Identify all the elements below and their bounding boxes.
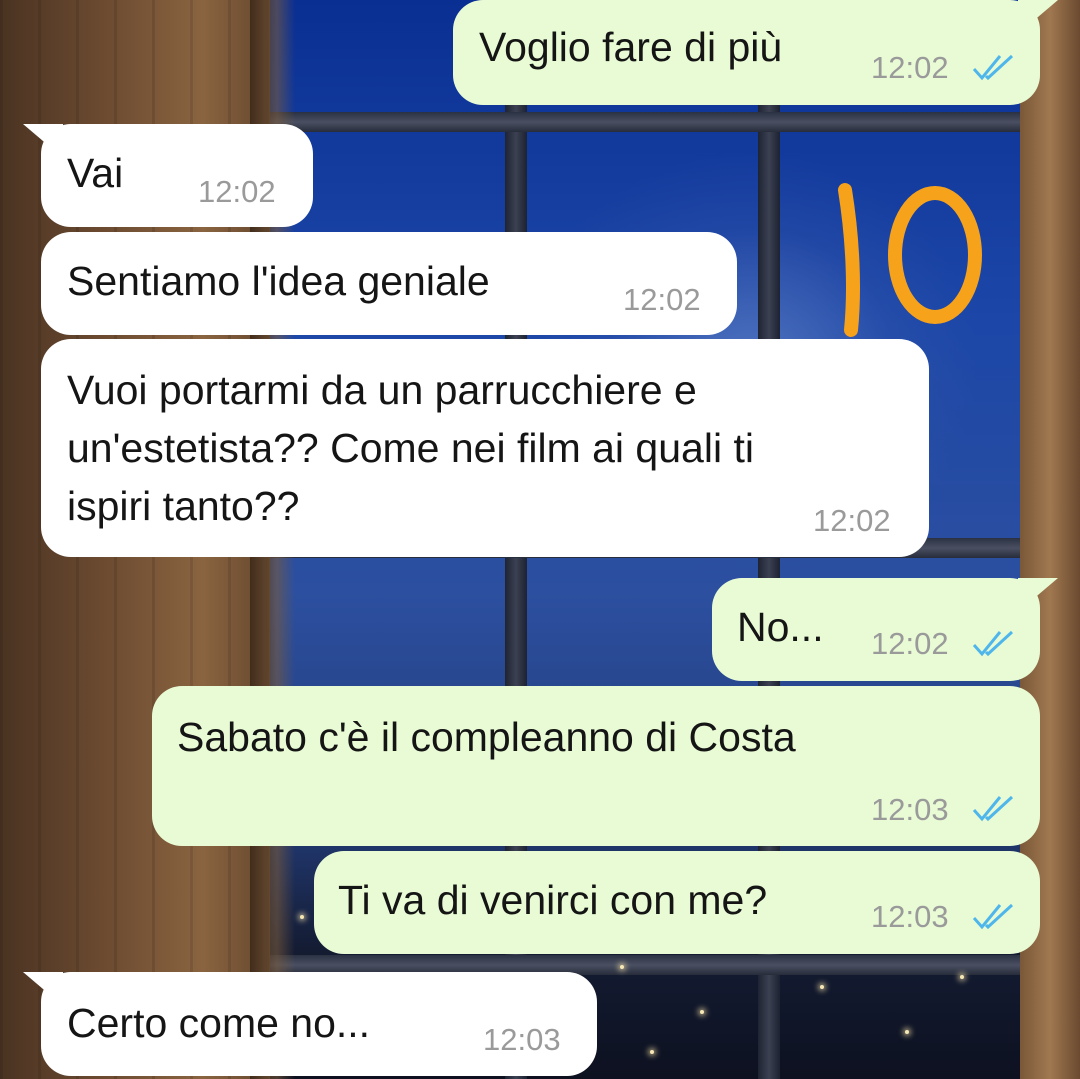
handwritten-annotation	[835, 180, 995, 340]
wallpaper-city-light	[960, 975, 964, 979]
bubble-tail	[23, 124, 63, 158]
wallpaper-city-light	[620, 965, 624, 969]
outgoing-message-bubble[interactable]: Voglio fare di più 12:02	[453, 0, 1058, 105]
double-check-read-icon	[972, 903, 1014, 930]
wallpaper-city-light	[905, 1030, 909, 1034]
bubble-tail	[1018, 0, 1058, 34]
wallpaper-city-light	[300, 915, 304, 919]
message-timestamp: 12:02	[198, 174, 276, 209]
handwritten-annotation-drawing	[838, 183, 982, 337]
message-text: Sabato c'è il compleanno di Costa	[177, 714, 796, 760]
double-check-read-icon	[972, 54, 1014, 81]
message-text: Voglio fare di più	[479, 24, 783, 70]
message-text: No...	[737, 604, 824, 650]
message-text: Vai	[67, 150, 124, 196]
message-text: Certo come no...	[67, 1000, 371, 1046]
message-timestamp: 12:02	[871, 626, 949, 661]
message-timestamp: 12:03	[871, 899, 949, 934]
incoming-message-bubble[interactable]: Vuoi portarmi da un parrucchiere e un'es…	[41, 339, 929, 557]
wallpaper-city-light	[820, 985, 824, 989]
message-text: Vuoi portarmi da un parrucchiere e un'es…	[67, 367, 754, 529]
message-timestamp: 12:02	[871, 50, 949, 85]
message-timestamp: 12:02	[813, 503, 891, 538]
wallpaper-city-light	[650, 1050, 654, 1054]
wallpaper-city-light	[700, 1010, 704, 1014]
bubble-tail	[1018, 578, 1058, 612]
outgoing-message-bubble[interactable]: No... 12:02	[712, 578, 1058, 681]
double-check-read-icon	[972, 630, 1014, 657]
outgoing-message-bubble[interactable]: Ti va di venirci con me? 12:03	[314, 851, 1040, 954]
chat-screen: Voglio fare di più 12:02 Vai 12:02 Senti…	[0, 0, 1080, 1079]
message-text: Sentiamo l'idea geniale	[67, 258, 490, 304]
incoming-message-bubble[interactable]: Certo come no... 12:03	[23, 972, 597, 1076]
message-timestamp: 12:03	[871, 792, 949, 827]
incoming-message-bubble[interactable]: Vai 12:02	[23, 124, 313, 227]
double-check-read-icon	[972, 795, 1014, 822]
message-timestamp: 12:02	[623, 282, 701, 317]
incoming-message-bubble[interactable]: Sentiamo l'idea geniale 12:02	[41, 232, 737, 335]
outgoing-message-bubble[interactable]: Sabato c'è il compleanno di Costa 12:03	[152, 686, 1040, 846]
message-timestamp: 12:03	[483, 1022, 561, 1057]
wallpaper-window-frame	[270, 112, 1025, 132]
message-text: Ti va di venirci con me?	[338, 877, 768, 923]
bubble-tail	[23, 972, 63, 1006]
